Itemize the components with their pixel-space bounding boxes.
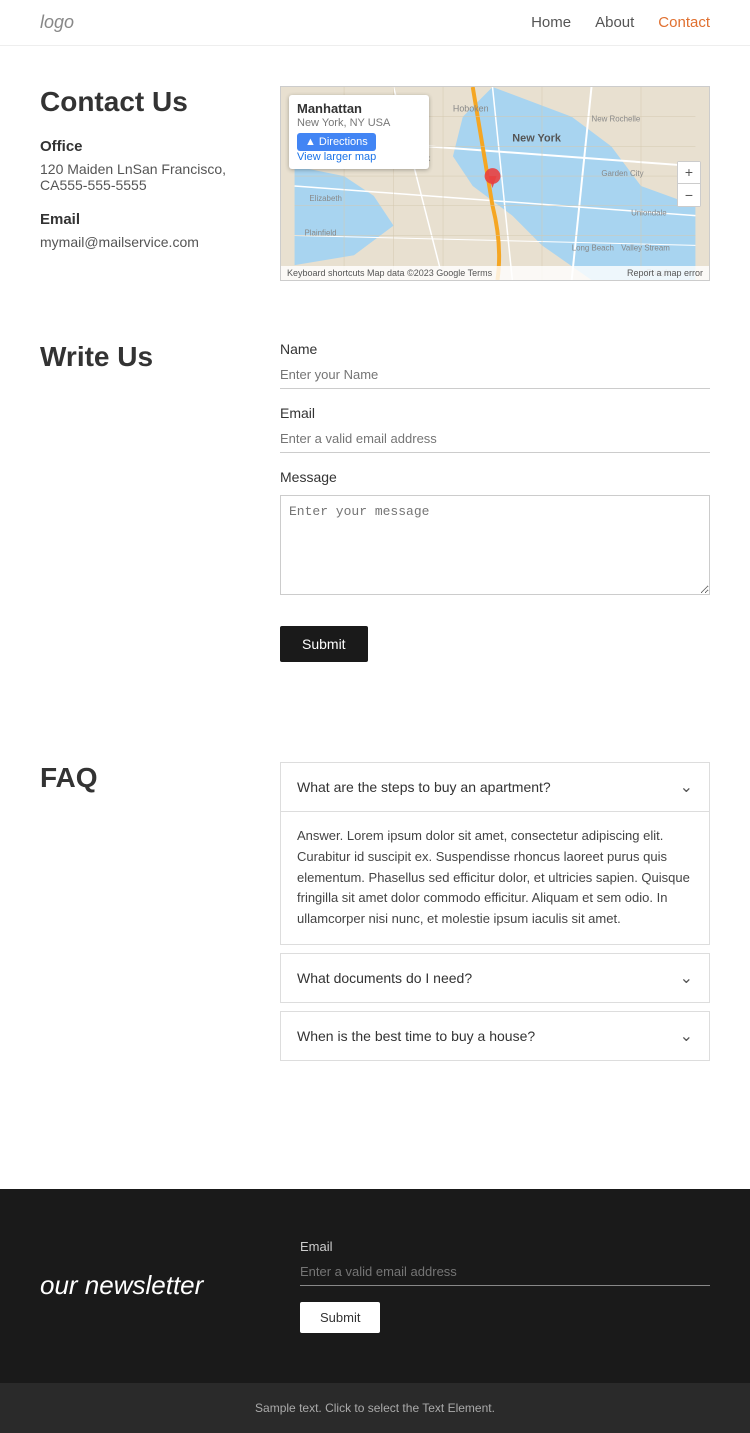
contact-section: Contact Us Office 120 Maiden LnSan Franc…	[40, 86, 710, 281]
faq-answer-0: Answer. Lorem ipsum dolor sit amet, cons…	[281, 811, 709, 944]
email-field-group: Email	[280, 405, 710, 453]
map-footer-right: Report a map error	[627, 268, 703, 278]
nav-home[interactable]: Home	[531, 14, 571, 31]
map-place-sub: New York, NY USA	[297, 117, 421, 129]
faq-outer: FAQ What are the steps to buy an apartme…	[0, 762, 750, 1189]
name-input[interactable]	[280, 361, 710, 389]
contact-form: Name Email Message Submit	[280, 341, 710, 662]
newsletter-email-group: Email	[300, 1239, 710, 1286]
footer: Sample text. Click to select the Text El…	[0, 1383, 750, 1433]
newsletter-submit-button[interactable]: Submit	[300, 1302, 380, 1333]
contact-info: Contact Us Office 120 Maiden LnSan Franc…	[40, 86, 240, 281]
map-footer-left: Keyboard shortcuts Map data ©2023 Google…	[287, 268, 492, 278]
newsletter-title: our newsletter	[40, 1270, 260, 1301]
email-input[interactable]	[280, 425, 710, 453]
map-container: Bloomfield Livingston Hoboken New York N…	[280, 86, 710, 281]
faq-chevron-1: ⌄	[680, 968, 693, 988]
nav-about[interactable]: About	[595, 14, 634, 31]
header: logo Home About Contact	[0, 0, 750, 46]
svg-text:Uniondale: Uniondale	[631, 209, 667, 218]
message-label: Message	[280, 469, 710, 485]
faq-question-0[interactable]: What are the steps to buy an apartment? …	[281, 763, 709, 811]
main-content: Contact Us Office 120 Maiden LnSan Franc…	[0, 46, 750, 762]
faq-question-text-2: When is the best time to buy a house?	[297, 1028, 535, 1044]
svg-text:Elizabeth: Elizabeth	[309, 194, 342, 203]
faq-question-text-1: What documents do I need?	[297, 970, 472, 986]
newsletter-form: Email Submit	[300, 1239, 710, 1333]
svg-text:Garden City: Garden City	[601, 169, 643, 178]
faq-chevron-2: ⌄	[680, 1026, 693, 1046]
nav: Home About Contact	[531, 14, 710, 31]
message-field-group: Message	[280, 469, 710, 600]
faq-label: FAQ	[40, 762, 240, 1069]
faq-section: FAQ What are the steps to buy an apartme…	[40, 762, 710, 1069]
contact-title: Contact Us	[40, 86, 240, 118]
newsletter-email-label: Email	[300, 1239, 710, 1254]
newsletter-email-input[interactable]	[300, 1258, 710, 1286]
svg-text:Long Beach: Long Beach	[572, 243, 614, 252]
view-larger-link[interactable]: View larger map	[297, 151, 376, 163]
map-zoom-controls: + −	[677, 161, 701, 207]
email-value: mymail@mailservice.com	[40, 234, 240, 250]
write-us-label: Write Us	[40, 341, 240, 662]
faq-item-0: What are the steps to buy an apartment? …	[280, 762, 710, 945]
office-label: Office	[40, 138, 240, 155]
faq-chevron-0: ⌄	[680, 777, 693, 797]
map-place-name: Manhattan	[297, 101, 421, 116]
svg-text:New Rochelle: New Rochelle	[592, 115, 641, 124]
map-footer: Keyboard shortcuts Map data ©2023 Google…	[281, 266, 709, 280]
name-label: Name	[280, 341, 710, 357]
directions-icon: ▲	[305, 136, 316, 148]
svg-text:Plainfield: Plainfield	[304, 228, 336, 237]
office-address: 120 Maiden LnSan Francisco, CA555-555-55…	[40, 161, 240, 193]
zoom-out-button[interactable]: −	[678, 184, 700, 206]
map-info-card: Manhattan New York, NY USA ▲ Directions …	[289, 95, 429, 169]
email-form-label: Email	[280, 405, 710, 421]
directions-button[interactable]: ▲ Directions	[297, 133, 376, 151]
map-links: ▲ Directions	[297, 133, 421, 151]
nav-contact[interactable]: Contact	[658, 14, 710, 31]
newsletter-section: our newsletter Email Submit	[0, 1189, 750, 1383]
svg-text:Valley Stream: Valley Stream	[621, 243, 670, 252]
write-us-title: Write Us	[40, 341, 240, 373]
faq-items: What are the steps to buy an apartment? …	[280, 762, 710, 1069]
email-label: Email	[40, 211, 240, 228]
zoom-in-button[interactable]: +	[678, 162, 700, 184]
svg-text:Hoboken: Hoboken	[453, 104, 489, 114]
name-field-group: Name	[280, 341, 710, 389]
faq-question-2[interactable]: When is the best time to buy a house? ⌄	[281, 1012, 709, 1060]
faq-item-1: What documents do I need? ⌄	[280, 953, 710, 1003]
form-submit-button[interactable]: Submit	[280, 626, 368, 662]
faq-question-text-0: What are the steps to buy an apartment?	[297, 779, 551, 795]
directions-label: Directions	[319, 136, 368, 148]
faq-item-2: When is the best time to buy a house? ⌄	[280, 1011, 710, 1061]
faq-question-1[interactable]: What documents do I need? ⌄	[281, 954, 709, 1002]
write-us-section: Write Us Name Email Message Submit	[40, 341, 710, 662]
faq-title: FAQ	[40, 762, 240, 794]
logo: logo	[40, 12, 74, 33]
svg-text:New York: New York	[512, 132, 562, 144]
footer-text: Sample text. Click to select the Text El…	[40, 1401, 710, 1415]
message-textarea[interactable]	[280, 495, 710, 595]
